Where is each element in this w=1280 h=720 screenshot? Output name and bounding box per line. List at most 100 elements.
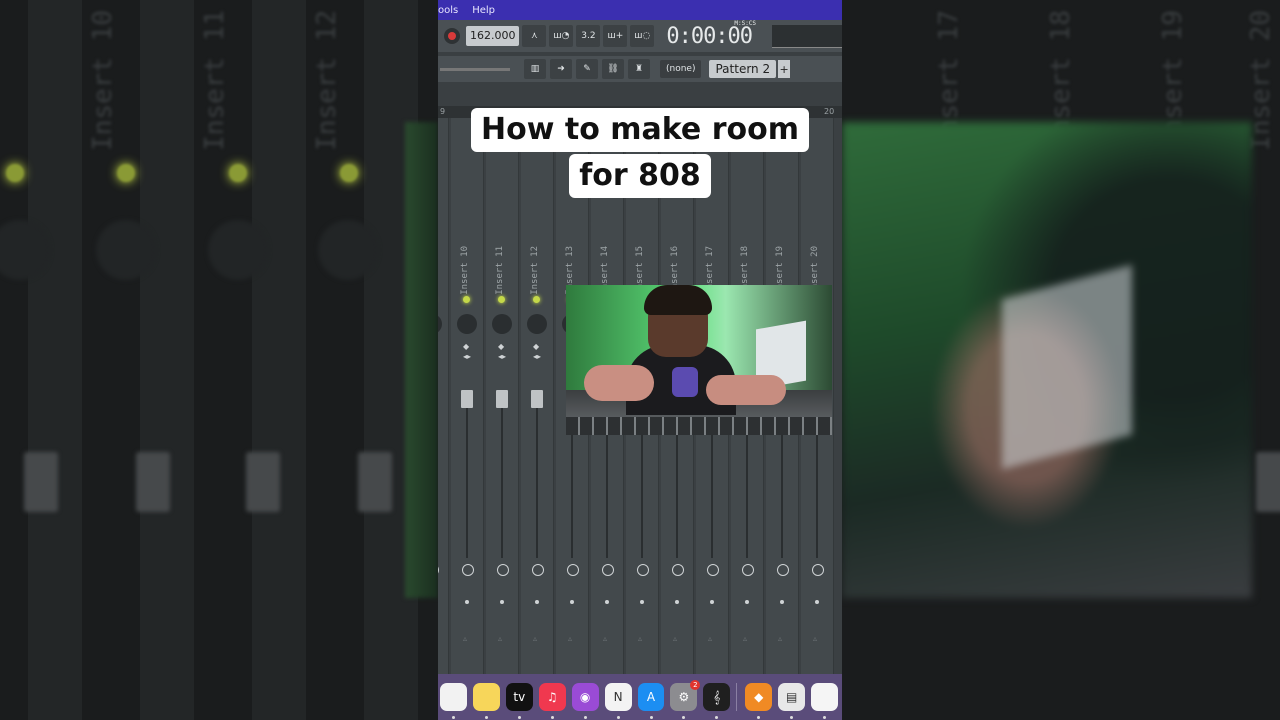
send-knob-icon[interactable]	[438, 564, 439, 576]
send-knob-icon[interactable]	[497, 564, 509, 576]
route-dot[interactable]	[815, 600, 819, 604]
dock-app-apple-tv[interactable]: tv	[505, 683, 533, 719]
send-knob-icon[interactable]	[567, 564, 579, 576]
route-dot[interactable]	[605, 600, 609, 604]
menu-tools[interactable]: ools	[438, 5, 458, 16]
send-knob-icon[interactable]	[532, 564, 544, 576]
brush-icon: ✎	[583, 64, 591, 74]
dock-app-podcasts[interactable]: ◉	[571, 683, 599, 719]
countdown-button[interactable]: 3.2	[576, 25, 601, 47]
route-dot[interactable]	[640, 600, 644, 604]
bg-mixer-strip	[252, 0, 306, 720]
route-arrow-icon[interactable]: ▵	[708, 634, 712, 643]
dock-app-system-settings[interactable]: ⚙ 2	[670, 680, 701, 719]
brush-button[interactable]: ✎	[576, 59, 598, 79]
dock-app-printer[interactable]: ▤	[778, 683, 806, 719]
insert-fader[interactable]	[496, 390, 508, 408]
master-pitch-slider[interactable]	[440, 67, 510, 71]
mixer-strip[interactable]: Insert 11 ◆ ◂▸ ▵	[486, 118, 519, 674]
send-knob-icon[interactable]	[812, 564, 824, 576]
pattern-toolbar: ▥ ➜ ✎ ⛓ ♜ (none) Pattern 2 +	[438, 56, 842, 82]
time-display: 0:00:00 M:S:CS	[666, 20, 756, 49]
metronome-icon: ⋏	[531, 31, 538, 41]
send-knob-icon[interactable]	[672, 564, 684, 576]
record-button[interactable]	[444, 28, 460, 44]
wait-input-button[interactable]: ш◔	[549, 25, 574, 47]
route-arrow-icon[interactable]: ▵	[498, 634, 502, 643]
route-dot[interactable]	[745, 600, 749, 604]
route-dot[interactable]	[570, 600, 574, 604]
webcam-keyboard	[566, 417, 832, 435]
stereo-swap-icon[interactable]: ◆◂▸	[463, 342, 471, 362]
insert-fader[interactable]	[461, 390, 473, 408]
arrow-button[interactable]: ➜	[550, 59, 572, 79]
bg-knob	[318, 220, 378, 280]
route-dot[interactable]	[710, 600, 714, 604]
fl-studio-window: ools Help 162.000 ⋏ ш◔ 3.2 ш+ ш◌ 0:00:00…	[438, 0, 842, 720]
stamp-button[interactable]: ♜	[628, 59, 650, 79]
insert-volume-knob[interactable]	[492, 314, 512, 334]
mixer-strip[interactable]: Insert 12 ◆ ◂▸ ▵	[521, 118, 554, 674]
running-indicator	[583, 716, 587, 719]
route-arrow-icon[interactable]: ▵	[743, 634, 747, 643]
route-dot[interactable]	[780, 600, 784, 604]
route-arrow-icon[interactable]: ▵	[813, 634, 817, 643]
printer-icon: ▤	[785, 690, 798, 704]
video-caption: How to make room for 808	[438, 108, 842, 198]
bg-knob	[96, 220, 156, 280]
send-knob-icon[interactable]	[602, 564, 614, 576]
menu-help[interactable]: Help	[472, 5, 495, 16]
stereo-swap-icon[interactable]: ◆◂▸	[533, 342, 541, 362]
stereo-swap-icon[interactable]: ◆◂▸	[498, 342, 506, 362]
metronome-button[interactable]: ⋏	[522, 25, 547, 47]
route-arrow-icon[interactable]: ▵	[533, 634, 537, 643]
snap-selector[interactable]: (none)	[660, 60, 702, 78]
insert-volume-knob[interactable]	[438, 314, 442, 334]
link-button[interactable]: ⛓	[602, 59, 624, 79]
notification-badge: 2	[690, 680, 701, 690]
piano-roll-button[interactable]: ▥	[524, 59, 546, 79]
insert-volume-knob[interactable]	[527, 314, 547, 334]
step-edit-button[interactable]: ш+	[603, 25, 628, 47]
add-pattern-button[interactable]: +	[778, 60, 791, 78]
dock-app-news[interactable]: N	[604, 683, 632, 719]
pattern-selector[interactable]: Pattern 2	[709, 60, 777, 78]
route-dot[interactable]	[535, 600, 539, 604]
send-knob-icon[interactable]	[742, 564, 754, 576]
dock-app-reminders[interactable]	[440, 683, 467, 719]
loop-record-button[interactable]: ш◌	[630, 25, 655, 47]
send-knob-icon[interactable]	[707, 564, 719, 576]
dock-app-app-store[interactable]: A	[637, 683, 665, 719]
insert-volume-knob[interactable]	[457, 314, 477, 334]
dock-app-music[interactable]: ♫	[538, 683, 566, 719]
dock-app-fl-studio[interactable]: ◆	[745, 683, 773, 719]
route-arrow-icon[interactable]: ▵	[463, 634, 467, 643]
route-dot[interactable]	[465, 600, 469, 604]
dock-app-document[interactable]	[811, 683, 839, 719]
bg-led-icon	[117, 164, 135, 182]
running-indicator	[682, 716, 686, 719]
bg-insert-label: Insert 10	[88, 10, 118, 151]
route-dot[interactable]	[500, 600, 504, 604]
route-dot[interactable]	[675, 600, 679, 604]
route-arrow-icon[interactable]: ▵	[568, 634, 572, 643]
apple-tv-icon: tv	[513, 690, 526, 704]
tempo-display[interactable]: 162.000	[465, 26, 520, 46]
insert-led-icon[interactable]	[498, 296, 505, 303]
mixer-strip[interactable]: Insert 10 ◆ ◂▸ ▵	[451, 118, 484, 674]
route-arrow-icon[interactable]: ▵	[673, 634, 677, 643]
mixer-strip[interactable]: Insert 9◆◂▸▵	[438, 118, 449, 674]
route-arrow-icon[interactable]: ▵	[638, 634, 642, 643]
webcam-hand-right	[706, 375, 786, 405]
dock-separator	[736, 683, 738, 711]
insert-led-icon[interactable]	[463, 296, 470, 303]
send-knob-icon[interactable]	[637, 564, 649, 576]
insert-led-icon[interactable]	[533, 296, 540, 303]
route-arrow-icon[interactable]: ▵	[778, 634, 782, 643]
dock-app-guitar-tuner[interactable]: 𝄞	[703, 683, 731, 719]
send-knob-icon[interactable]	[777, 564, 789, 576]
insert-fader[interactable]	[531, 390, 543, 408]
send-knob-icon[interactable]	[462, 564, 474, 576]
route-arrow-icon[interactable]: ▵	[603, 634, 607, 643]
dock-app-notes[interactable]	[472, 683, 500, 719]
